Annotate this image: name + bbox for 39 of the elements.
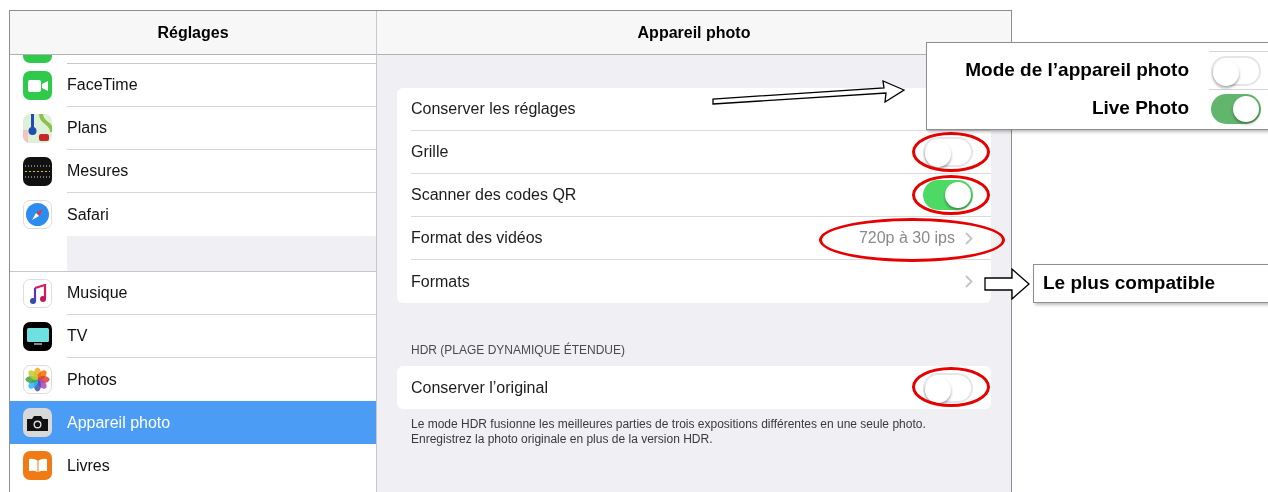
setting-label: Conserver les réglages bbox=[411, 99, 577, 119]
setting-label: Scanner des codes QR bbox=[411, 185, 578, 205]
music-note-icon bbox=[23, 279, 52, 308]
sidebar-item[interactable]: Livres bbox=[10, 444, 376, 487]
toggle-switch[interactable] bbox=[1211, 93, 1261, 124]
sidebar-item[interactable]: Musique bbox=[10, 272, 376, 315]
sidebar-item[interactable]: TV bbox=[10, 315, 376, 358]
flower-icon bbox=[23, 365, 52, 394]
app-icon bbox=[23, 55, 52, 63]
toggle-switch[interactable] bbox=[923, 137, 973, 167]
sidebar-item[interactable]: Mesures bbox=[10, 150, 376, 193]
sidebar-item[interactable]: FaceTime bbox=[10, 64, 376, 107]
chevron-icon bbox=[965, 231, 973, 245]
callout-label: Mode de l’appareil photo bbox=[964, 57, 1189, 82]
ruler-icon bbox=[23, 157, 52, 186]
sidebar-item[interactable]: Plans bbox=[10, 107, 376, 150]
book-icon bbox=[23, 451, 52, 480]
chevron-icon bbox=[965, 275, 973, 288]
toggle-switch[interactable] bbox=[923, 180, 973, 210]
setting-label: Conserver l’original bbox=[411, 377, 549, 398]
setting-label: Format des vidéos bbox=[411, 228, 544, 248]
sidebar-item[interactable]: Safari bbox=[10, 193, 376, 236]
callout-text: Le plus compatible bbox=[1043, 271, 1216, 296]
compass-icon bbox=[23, 200, 52, 229]
section-header: HDR (PLAGE DYNAMIQUE ÉTENDUE) bbox=[410, 341, 627, 359]
footnote: Le mode HDR fusionne les meilleures parties de trois expositions différentes en une seule photo. Enregistrez la photo originale en plus de la version HDR. bbox=[410, 417, 927, 447]
detail-header: Appareil photo bbox=[377, 11, 1011, 55]
camera-icon bbox=[23, 408, 52, 437]
sidebar-item[interactable]: Photos bbox=[10, 358, 376, 401]
toggle-switch[interactable] bbox=[1211, 55, 1261, 86]
callout-label: Live Photo bbox=[1090, 95, 1189, 120]
sidebar-header: Réglages bbox=[10, 11, 376, 55]
setting-value: 720p à 30 ips bbox=[858, 228, 955, 248]
setting-label: Grille bbox=[411, 142, 450, 162]
map-icon bbox=[23, 114, 52, 143]
setting-label: Formats bbox=[411, 271, 471, 292]
tv-icon bbox=[23, 322, 52, 351]
video-camera-icon bbox=[23, 71, 52, 100]
toggle-switch[interactable] bbox=[923, 372, 973, 403]
